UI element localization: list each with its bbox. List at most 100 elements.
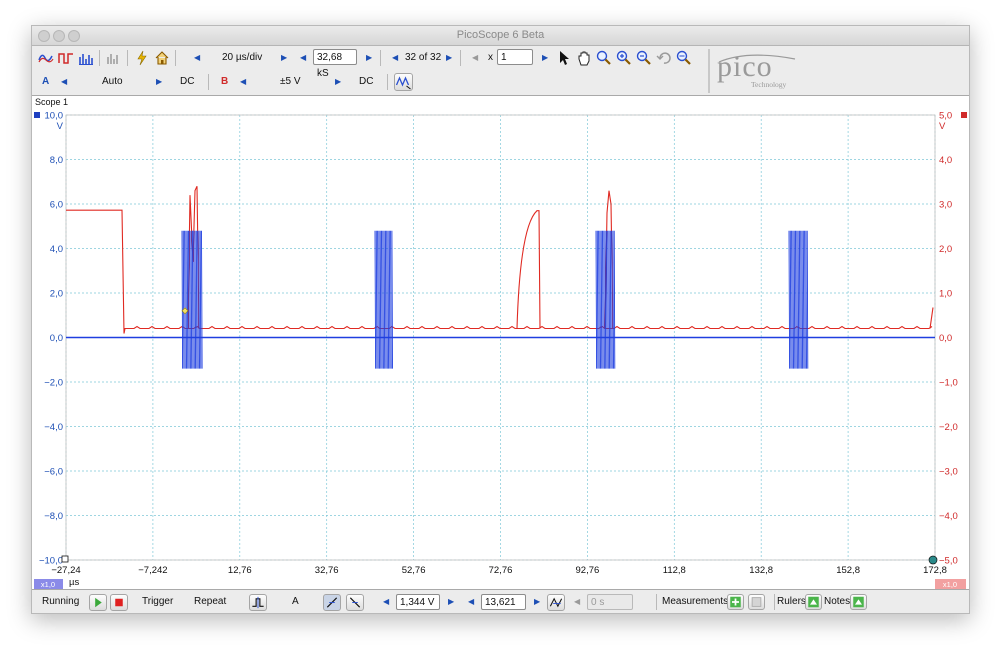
timebase-decrease-arrow[interactable]: ◀ <box>194 46 200 70</box>
threshold-field[interactable]: 1,344 V <box>396 594 440 610</box>
notes-button[interactable] <box>850 594 867 610</box>
scope-view[interactable]: Scope 1 10,0 8,0 6,0 4,0 2,0 0,0 −2,0 −4,0 −6,0−… <box>32 95 969 591</box>
channel-b-marker[interactable] <box>961 112 967 118</box>
threshold-increase-arrow[interactable]: ▶ <box>448 590 454 613</box>
rulers-button[interactable] <box>805 594 822 610</box>
delay-decrease-arrow[interactable]: ◀ <box>574 590 580 613</box>
pretrigger-increase-arrow[interactable]: ▶ <box>534 590 540 613</box>
samples-decrease-arrow[interactable]: ◀ <box>300 46 306 70</box>
channel-a-label: A <box>42 76 50 87</box>
pretrigger-field[interactable]: 13,621 % <box>481 594 526 610</box>
x-axis-tick: 92,76 <box>576 565 600 576</box>
left-axis-tick: 4,0 <box>50 244 63 255</box>
x-axis-tick: 72,76 <box>489 565 513 576</box>
channel-b-coupling[interactable]: DC <box>359 70 373 94</box>
timebase-increase-arrow[interactable]: ▶ <box>281 46 287 70</box>
zoom-out-icon[interactable] <box>636 50 652 66</box>
capture-toolbar: ◀ 20 µs/div ▶ ◀ 32,68 kS ▶ ◀ 32 of 32 ▶ … <box>32 46 712 79</box>
rulers-icon <box>808 596 819 608</box>
x-axis-unit: µs <box>69 577 79 588</box>
left-axis-tick: 2,0 <box>50 289 63 300</box>
zoom-to-fit-icon[interactable] <box>676 50 692 66</box>
window-title: PicoScope 6 Beta <box>456 29 545 41</box>
measurements-label: Measurements <box>662 596 729 607</box>
channel-a-range-decrease[interactable]: ◀ <box>61 70 67 94</box>
zoom-field[interactable]: 1 <box>497 49 533 65</box>
channel-a-coupling[interactable]: DC <box>180 70 194 94</box>
pretrigger-decrease-arrow[interactable]: ◀ <box>468 590 474 613</box>
left-zoom-badge-label: x1,0 <box>41 580 55 589</box>
advanced-trigger-button[interactable] <box>249 594 267 611</box>
status-bar: Running Trigger Repeat A ◀ 1,344 V ▶ ◀ 1… <box>32 589 969 613</box>
pointer-tool-icon[interactable] <box>556 50 572 66</box>
x-axis-tick: −7,242 <box>138 565 167 576</box>
capture-previous-arrow[interactable]: ◀ <box>392 46 398 70</box>
falling-edge-icon <box>349 597 361 608</box>
falling-edge-button[interactable] <box>346 594 364 611</box>
left-axis-tick: −6,0 <box>44 467 63 478</box>
notes-label: Notes <box>824 596 851 607</box>
hand-tool-icon[interactable] <box>576 50 592 66</box>
zoom-increase-arrow[interactable]: ▶ <box>542 46 548 70</box>
channel-a-marker[interactable] <box>34 112 40 118</box>
scope-mode-icon[interactable] <box>38 50 54 66</box>
channel-a-burst <box>595 230 616 369</box>
zoom-area-icon[interactable] <box>596 50 612 66</box>
channel-b-range[interactable]: ±5 V <box>280 70 301 94</box>
run-status: Running <box>42 596 80 607</box>
trigger-mode[interactable]: Repeat <box>194 590 226 613</box>
channel-b-range-increase[interactable]: ▶ <box>335 70 341 94</box>
channel-a-range[interactable]: Auto <box>102 70 123 94</box>
trigger-delay-icon <box>549 597 563 608</box>
channel-b-edge <box>929 307 934 329</box>
signal-ruler-handle[interactable] <box>928 555 938 565</box>
add-measurement-button[interactable] <box>727 594 744 610</box>
zoom-in-icon[interactable] <box>616 50 632 66</box>
start-button[interactable] <box>89 594 107 611</box>
add-view-icon[interactable] <box>106 50 122 66</box>
samples-increase-arrow[interactable]: ▶ <box>366 46 372 70</box>
trigger-source[interactable]: A <box>292 590 299 613</box>
right-axis-tick: −4,0 <box>939 511 958 522</box>
right-axis-tick: 1,0 <box>939 289 952 300</box>
trigger-delay-button[interactable] <box>547 594 565 611</box>
scope-plot[interactable]: 10,08,06,04,02,00,0−2,0−4,0−6,0−8,0−10,0… <box>32 96 969 590</box>
left-axis-tick: −8,0 <box>44 511 63 522</box>
persistence-mode-icon[interactable] <box>58 50 74 66</box>
spectrum-mode-icon[interactable] <box>78 50 94 66</box>
signal-generator-button[interactable] <box>394 73 413 91</box>
threshold-decrease-arrow[interactable]: ◀ <box>383 590 389 613</box>
right-axis-unit: V <box>939 121 946 132</box>
stop-button[interactable] <box>110 594 128 611</box>
undo-zoom-icon[interactable] <box>656 50 672 66</box>
stop-icon <box>115 598 123 607</box>
x-axis-tick: −27,24 <box>51 565 80 576</box>
x-axis-tick: 112,8 <box>663 565 686 576</box>
edit-measurement-icon <box>751 597 762 607</box>
zoom-decrease-arrow[interactable]: ◀ <box>472 46 478 70</box>
x-axis-tick: 32,76 <box>315 565 339 576</box>
timebase-selector[interactable]: 20 µs/div <box>222 46 262 70</box>
right-zoom-badge-label: x1,0 <box>943 580 957 589</box>
rising-edge-button[interactable] <box>323 594 341 611</box>
samples-field[interactable]: 32,68 kS <box>313 49 357 79</box>
left-axis-tick: 10,0 <box>45 111 64 122</box>
right-axis-tick: −1,0 <box>939 378 958 389</box>
right-axis-tick: 3,0 <box>939 200 952 211</box>
default-setup-home-icon[interactable] <box>154 50 170 66</box>
channel-a-range-increase[interactable]: ▶ <box>156 70 162 94</box>
delay-field[interactable]: 0 s <box>587 594 633 610</box>
play-icon <box>95 597 102 608</box>
advanced-trigger-icon <box>252 596 264 609</box>
rulers-label: Rulers <box>777 596 806 607</box>
left-axis-tick: 6,0 <box>50 200 63 211</box>
edit-measurement-button[interactable] <box>748 594 765 610</box>
pico-technology-logo: pico Technology <box>707 48 969 94</box>
time-ruler-handle[interactable] <box>61 555 69 563</box>
capture-next-arrow[interactable]: ▶ <box>446 46 452 70</box>
auto-setup-icon[interactable] <box>134 50 150 66</box>
x-axis-tick: 172,8 <box>923 565 947 576</box>
x-axis-tick: 12,76 <box>228 565 252 576</box>
right-axis-tick: −3,0 <box>939 467 958 478</box>
channel-b-range-decrease[interactable]: ◀ <box>240 70 246 94</box>
